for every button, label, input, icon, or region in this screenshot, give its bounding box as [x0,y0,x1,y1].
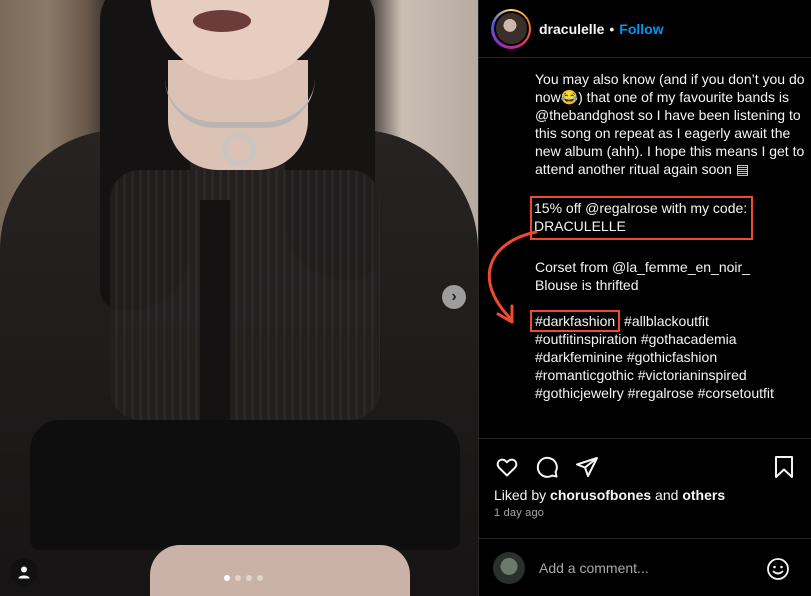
carousel-dot [246,575,252,581]
discount-line: 15% off @regalrose with my code: [534,200,748,216]
laughing-emoji-icon: 😂 [560,89,579,105]
separator-dot: • [609,20,615,37]
photo-corset [30,420,460,550]
emoji-icon: ▤ [735,161,750,177]
comment-icon [536,456,558,478]
discount-code-highlight: 15% off @regalrose with my code: DRACULE… [530,196,754,240]
avatar[interactable] [491,8,531,49]
user-tag-icon [18,566,30,579]
follow-button[interactable]: Follow [619,21,663,37]
share-icon [576,456,598,477]
heart-icon [496,458,518,476]
hashtags-paragraph: #darkfashion #allblackoutfit #outfitinsp… [530,310,805,402]
discount-code-paragraph: 15% off @regalrose with my code: DRACULE… [530,196,805,240]
like-button[interactable] [493,453,521,481]
photo-hands [150,545,410,596]
caption: You may also know (and if you don’t you … [530,70,805,402]
comment-bar [479,538,811,596]
username-link[interactable]: draculelle [539,21,604,37]
user-tag-button[interactable] [10,558,38,586]
current-user-avatar [493,551,525,584]
carousel-dot [235,575,241,581]
photo-pendant [222,132,256,166]
caption-paragraph: You may also know (and if you don’t you … [535,71,805,177]
post-header: draculelle • Follow [479,0,811,58]
comment-button[interactable] [533,453,561,481]
next-slide-button[interactable]: › [442,285,466,309]
share-button[interactable] [573,453,601,481]
photo-pleats [110,170,380,420]
carousel-dots [224,575,263,581]
emoji-icon[interactable] [766,557,790,581]
liked-by-user-link[interactable]: chorusofbones [550,487,651,503]
credits-paragraph: Corset from @la_femme_en_noir_ Blouse is… [535,258,805,294]
post-timestamp[interactable]: 1 day ago [494,507,544,519]
carousel-dot [257,575,263,581]
bookmark-icon [775,456,793,478]
post-photo[interactable]: › [0,0,478,596]
comment-input[interactable] [539,559,749,576]
carousel-dot [224,575,230,581]
save-button[interactable] [770,453,798,481]
likes-others-link[interactable]: others [682,487,725,503]
photo-lips [193,10,251,32]
corset-credit: Corset from @la_femme_en_noir_ [535,259,750,275]
annotation-arrow-icon [487,230,538,324]
action-bar [479,438,811,494]
chevron-right-icon: › [451,288,457,305]
likes-summary: Liked by chorusofbones and others [494,487,726,503]
